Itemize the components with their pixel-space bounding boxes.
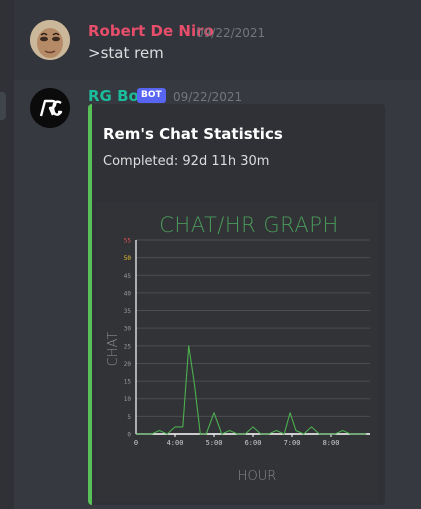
server-rail [0,0,14,509]
y-tick-label: 10 [124,396,132,403]
y-tick-label: 5 [127,414,131,421]
rg-logo-icon [30,88,70,128]
x-tick-label: 6:00 [245,439,262,447]
x-tick-label: 4:00 [167,439,184,447]
bot-badge: BOT [137,88,166,103]
y-tick-label: 55 [124,238,132,245]
y-tick-label: 45 [124,273,132,280]
y-tick-label: 40 [124,290,132,297]
chart-svg: CHAT/HR GRAPH 0 5 10 15 20 25 30 35 40 45 50 55 0 4:00… [106,213,370,484]
chart-title: CHAT/HR GRAPH [159,213,338,237]
username[interactable]: Robert De Niro [88,22,214,40]
timestamp: 09/22/2021 [196,26,266,40]
chat-per-hour-chart[interactable]: CHAT/HR GRAPH 0 5 10 15 20 25 30 35 40 45 50 55 0 4:00… [96,202,378,502]
series-line [136,345,367,435]
x-tick-label: 8:00 [323,439,340,447]
y-tick-label: 35 [124,308,132,315]
y-tick-label: 15 [124,379,132,386]
avatar-image [30,20,70,60]
y-tick-label: 0 [127,432,131,439]
y-tick-label: 50 [124,255,132,262]
message-rg-bot[interactable]: RG Bot BOT 09/22/2021 Rem's Chat Statist… [14,82,421,509]
y-tick-label: 30 [124,326,132,333]
embed-accent-bar [88,104,92,505]
stats-embed: Rem's Chat Statistics Completed: 92d 11h… [88,104,385,505]
message-robert[interactable]: Robert De Niro 09/22/2021 >stat rem [14,0,421,80]
bot-avatar[interactable] [30,88,70,128]
x-axis-label: HOUR [238,469,277,484]
message-content: >stat rem [88,44,164,62]
user-avatar[interactable] [30,20,70,60]
y-tick-label: 20 [124,361,132,368]
timestamp: 09/22/2021 [173,90,243,104]
embed-title: Rem's Chat Statistics [103,125,283,143]
y-tick-label: 25 [124,343,132,350]
y-axis-label: CHAT [106,332,121,367]
x-tick-label: 5:00 [206,439,223,447]
embed-description: Completed: 92d 11h 30m [103,154,270,169]
channel-indicator [0,92,6,120]
x-origin-label: 0 [134,439,138,447]
x-tick-label: 7:00 [284,439,301,447]
